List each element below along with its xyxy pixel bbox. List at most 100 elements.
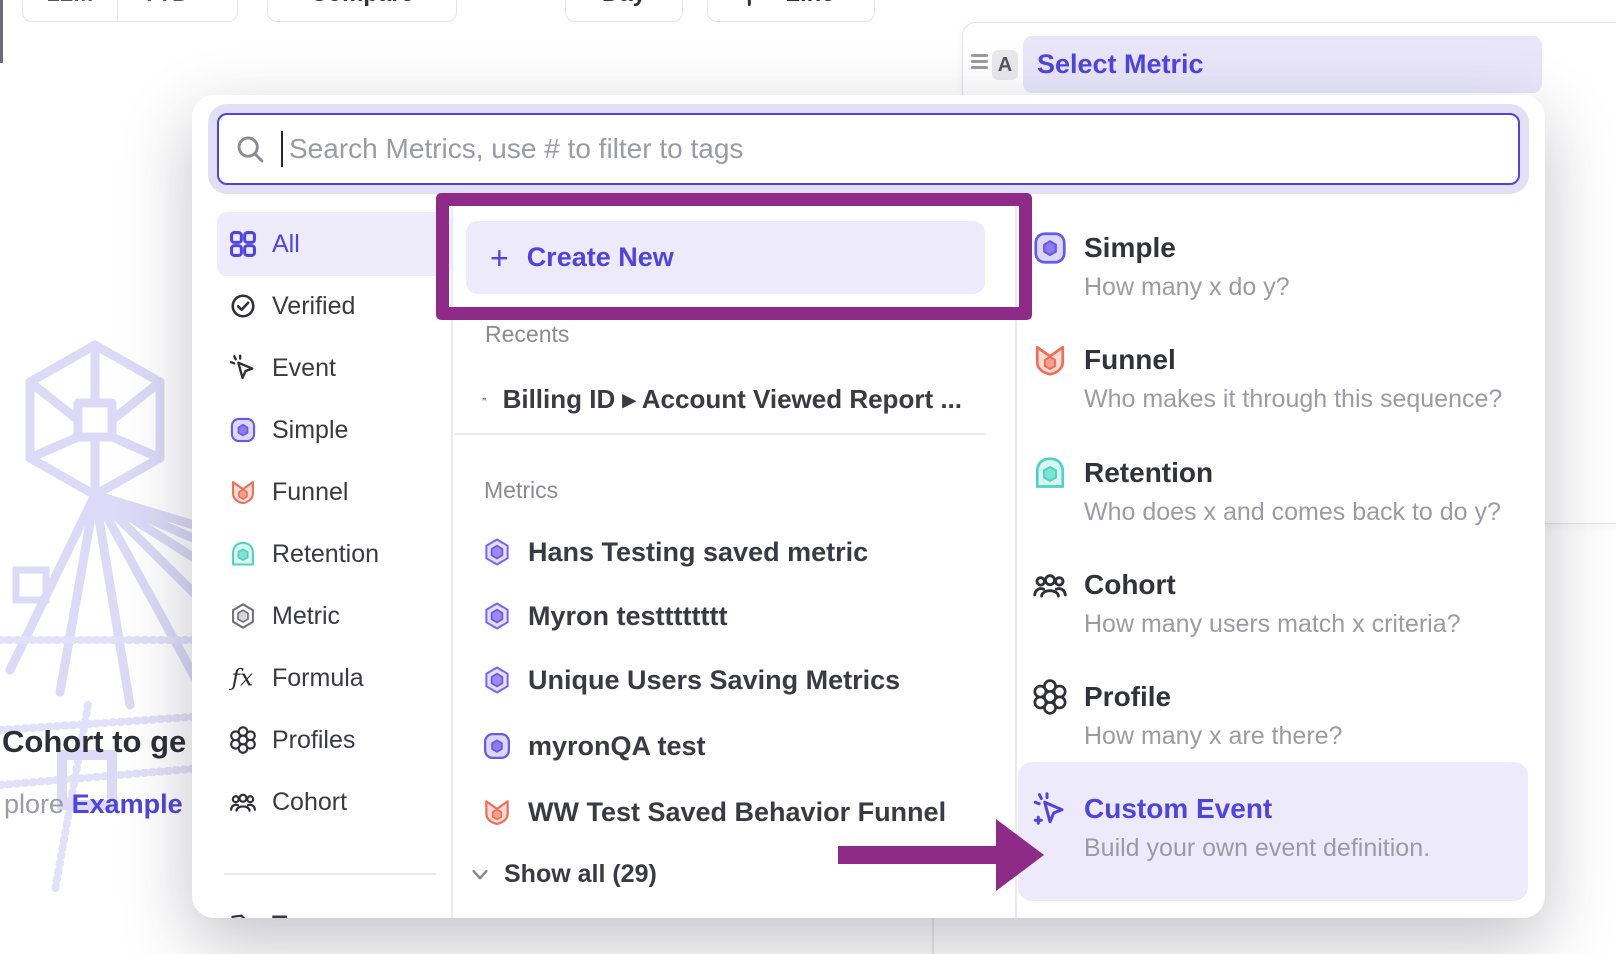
chevron-down-icon [470,868,490,882]
sidebar-item-formula[interactable]: ƒx Formula [217,650,443,706]
type-title: Profile [1084,681,1171,713]
funnel-icon [482,797,512,827]
type-title: Cohort [1084,569,1176,601]
sidebar-item-metric[interactable]: Metric [217,588,443,644]
sidebar-item-label: Event [272,354,336,383]
retention-icon [1032,455,1068,491]
interval-day-button[interactable]: Day [565,0,683,22]
compare-button[interactable]: Compare [267,0,457,22]
cohort-people-icon [1032,567,1068,603]
cohort-people-icon [229,788,257,816]
profiles-cluster-icon [229,726,257,754]
search-icon [235,134,265,164]
sidebar-item-label: Simple [272,416,348,445]
retention-icon [229,540,257,568]
event-cursor-icon [229,354,257,382]
types-column-divider [1015,200,1017,918]
simple-metric-icon [1032,230,1068,266]
custom-event-highlight [1018,762,1528,901]
cohort-people-icon [482,384,487,414]
example-link-fragment[interactable]: Example [72,789,183,819]
search-input[interactable] [287,132,1471,166]
type-title: Custom Event [1084,793,1272,825]
range-12m-button[interactable]: 12M [23,0,117,21]
plus-icon: + [490,242,509,274]
type-subtitle: Build your own event definition. [1084,834,1430,863]
sidebar-item-label: Cohort [272,788,347,817]
left-edge-mark [0,0,3,63]
select-metric-chip[interactable]: Select Metric [1023,36,1542,93]
metric-item-label: WW Test Saved Behavior Funnel [528,797,946,828]
type-subtitle: Who makes it through this sequence? [1084,385,1502,414]
sidebar-item-verified[interactable]: Verified [217,278,443,334]
sidebar-item-retention[interactable]: Retention [217,526,443,582]
type-subtitle: How many x are there? [1084,722,1342,751]
type-subtitle: How many x do y? [1084,273,1290,302]
sidebar-item-event[interactable]: Event [217,340,443,396]
sidebar-item-label: Verified [272,292,355,321]
metric-list-item[interactable]: Myron testttttttt [482,596,727,636]
background-headline-fragment: Cohort to ge [2,724,186,760]
sidebar-item-label: Metric [272,602,340,631]
metric-list-item[interactable]: Hans Testing saved metric [482,532,868,572]
sidebar-item-label: Retention [272,540,379,569]
verified-badge-icon [229,292,257,320]
metric-item-label: Hans Testing saved metric [528,537,868,568]
profiles-cluster-icon [1032,679,1068,715]
sidebar-item-label: Formula [272,664,364,693]
recent-item-billing[interactable]: Billing ID ▸ Account Viewed Report ... [482,379,962,419]
tag-icon [229,911,257,918]
metric-item-label: Unique Users Saving Metrics [528,665,900,696]
drag-handle-icon[interactable] [971,54,988,72]
saved-metric-hexagon-icon [482,601,512,631]
type-title: Funnel [1084,344,1176,376]
chart-type-line-button[interactable]: Line [707,0,875,22]
recent-item-label: Billing ID ▸ Account Viewed Report ... [503,384,962,415]
sidebar-item-profiles[interactable]: Profiles [217,712,443,768]
funnel-icon [1032,342,1068,378]
type-title: Retention [1084,457,1213,489]
metric-hexagon-icon [229,602,257,630]
annotation-arrow-shaft [838,846,998,864]
sidebar-column-divider [451,200,453,918]
metric-item-label: Myron testttttttt [528,601,727,632]
sidebar-item-simple[interactable]: Simple [217,402,443,458]
svg-text:ƒx: ƒx [229,664,253,692]
annotation-arrow-head [996,819,1044,891]
explore-text-fragment: plore [4,789,64,819]
background-explore-line: plore Example [4,789,183,820]
sidebar-divider [224,873,436,875]
create-new-button[interactable]: + Create New [466,221,985,294]
recents-heading: Recents [485,321,569,348]
sidebar-item-label: All [272,230,300,259]
sidebar-item-partial-bottom[interactable]: T [217,897,443,918]
range-ytd-button[interactable]: YTD [117,0,237,21]
metric-picker-modal: All Verified Event Simple Funnel [192,95,1545,918]
sidebar-item-all[interactable]: All [217,212,451,276]
sidebar-item-funnel[interactable]: Funnel [217,464,443,520]
text-cursor [281,131,283,167]
recents-metrics-divider [455,433,985,435]
metric-list-item[interactable]: WW Test Saved Behavior Funnel [482,792,946,832]
metric-list-item[interactable]: myronQA test [482,726,706,766]
funnel-icon [229,478,257,506]
sidebar-item-label: Profiles [272,726,355,755]
type-title: Simple [1084,232,1176,264]
metrics-heading: Metrics [484,477,558,504]
metric-list-item[interactable]: Unique Users Saving Metrics [482,660,900,700]
formula-fx-icon: ƒx [229,664,257,692]
metric-item-label: myronQA test [528,731,706,762]
metric-search-box[interactable] [217,113,1520,185]
query-row-badge: A [992,50,1018,80]
saved-metric-hexagon-icon [482,537,512,567]
show-all-toggle[interactable]: Show all (29) [470,860,657,889]
sidebar-item-cohort[interactable]: Cohort [217,774,443,830]
type-subtitle: Who does x and comes back to do y? [1084,498,1501,527]
line-chart-icon [747,0,775,7]
date-range-segmented-control[interactable]: 12M YTD [22,0,238,22]
simple-metric-icon [482,731,512,761]
saved-metric-hexagon-icon [482,665,512,695]
simple-metric-icon [229,416,257,444]
grid-icon [229,230,257,258]
sidebar-item-label: Funnel [272,478,348,507]
